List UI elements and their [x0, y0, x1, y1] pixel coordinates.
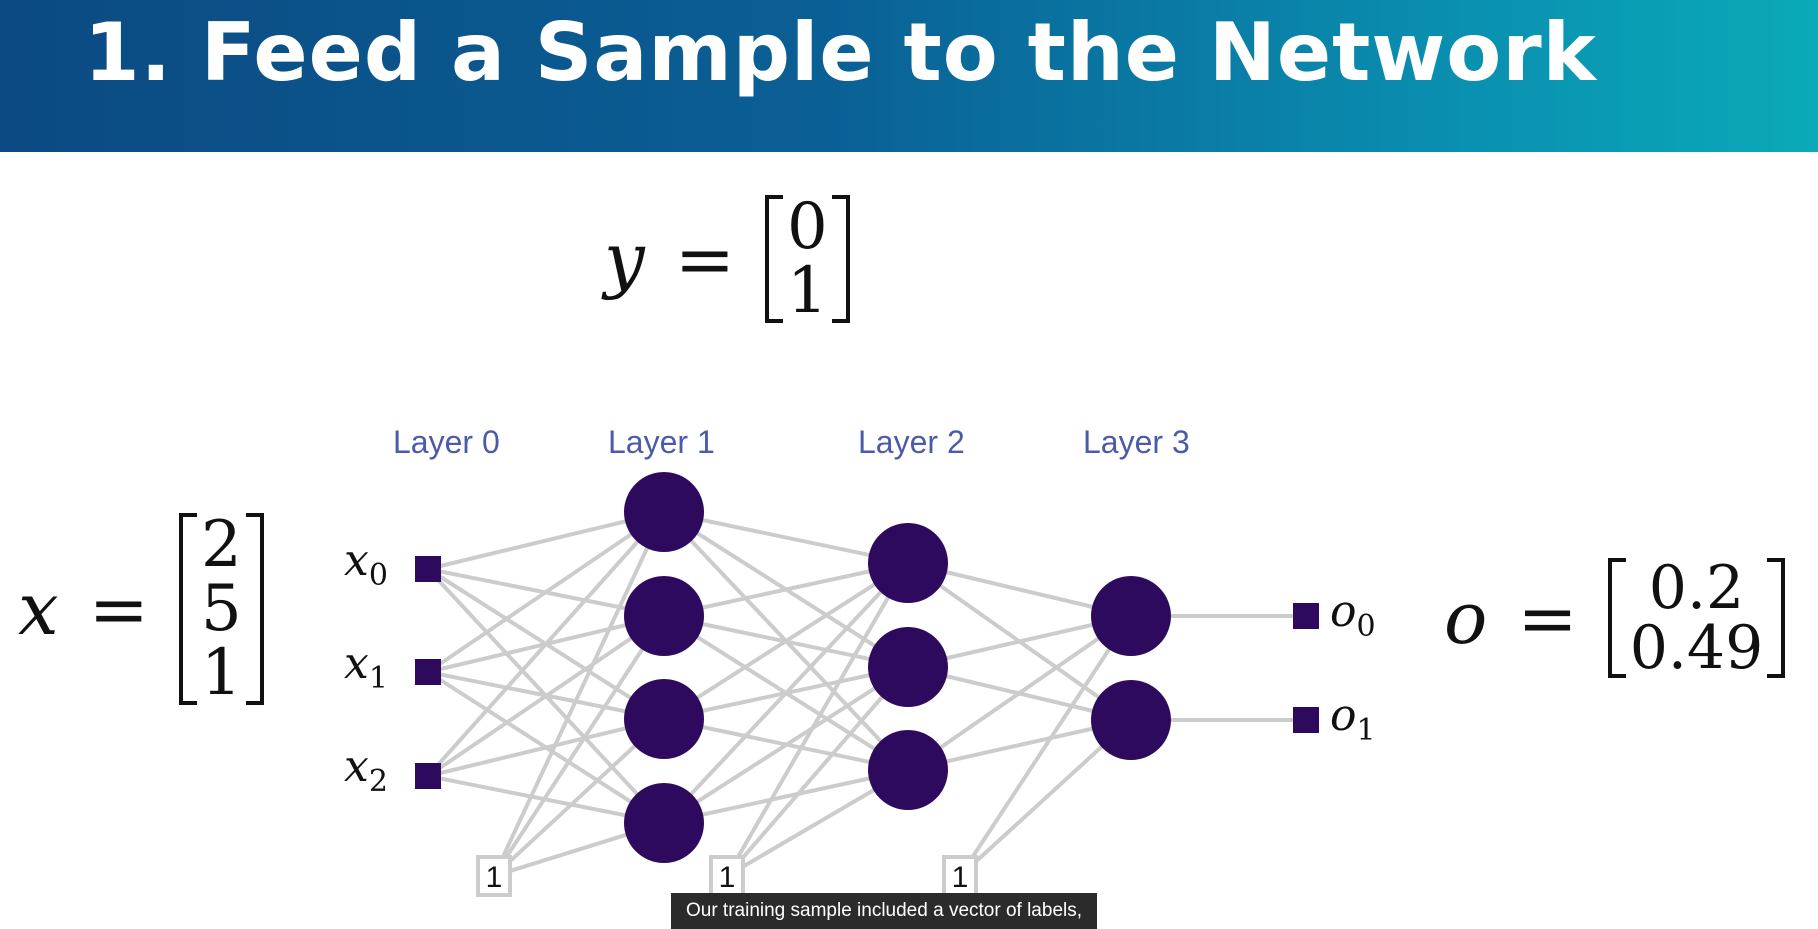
- bias-units: 1 1 1: [476, 855, 978, 897]
- input-node-1: [415, 659, 441, 685]
- layer2-node-1: [868, 627, 948, 707]
- edges: [426, 510, 1306, 878]
- layer1-node-3: [624, 783, 704, 863]
- bias-label-1: 1: [719, 861, 736, 894]
- layer3-node-1: [1091, 680, 1171, 760]
- network-diagram: 1 1 1: [415, 472, 1319, 897]
- nodes: [415, 472, 1319, 863]
- input-node-2: [415, 763, 441, 789]
- layer2-node-0: [868, 523, 948, 603]
- bias-label-2: 1: [952, 861, 969, 894]
- layer2-node-2: [868, 730, 948, 810]
- layer1-node-1: [624, 576, 704, 656]
- output-node-1: [1293, 707, 1319, 733]
- output-node-0: [1293, 603, 1319, 629]
- layer3-node-0: [1091, 576, 1171, 656]
- bias-label-0: 1: [486, 861, 503, 894]
- layer1-node-0: [624, 472, 704, 552]
- video-caption: Our training sample included a vector of…: [671, 893, 1097, 929]
- layer1-node-2: [624, 679, 704, 759]
- input-node-0: [415, 556, 441, 582]
